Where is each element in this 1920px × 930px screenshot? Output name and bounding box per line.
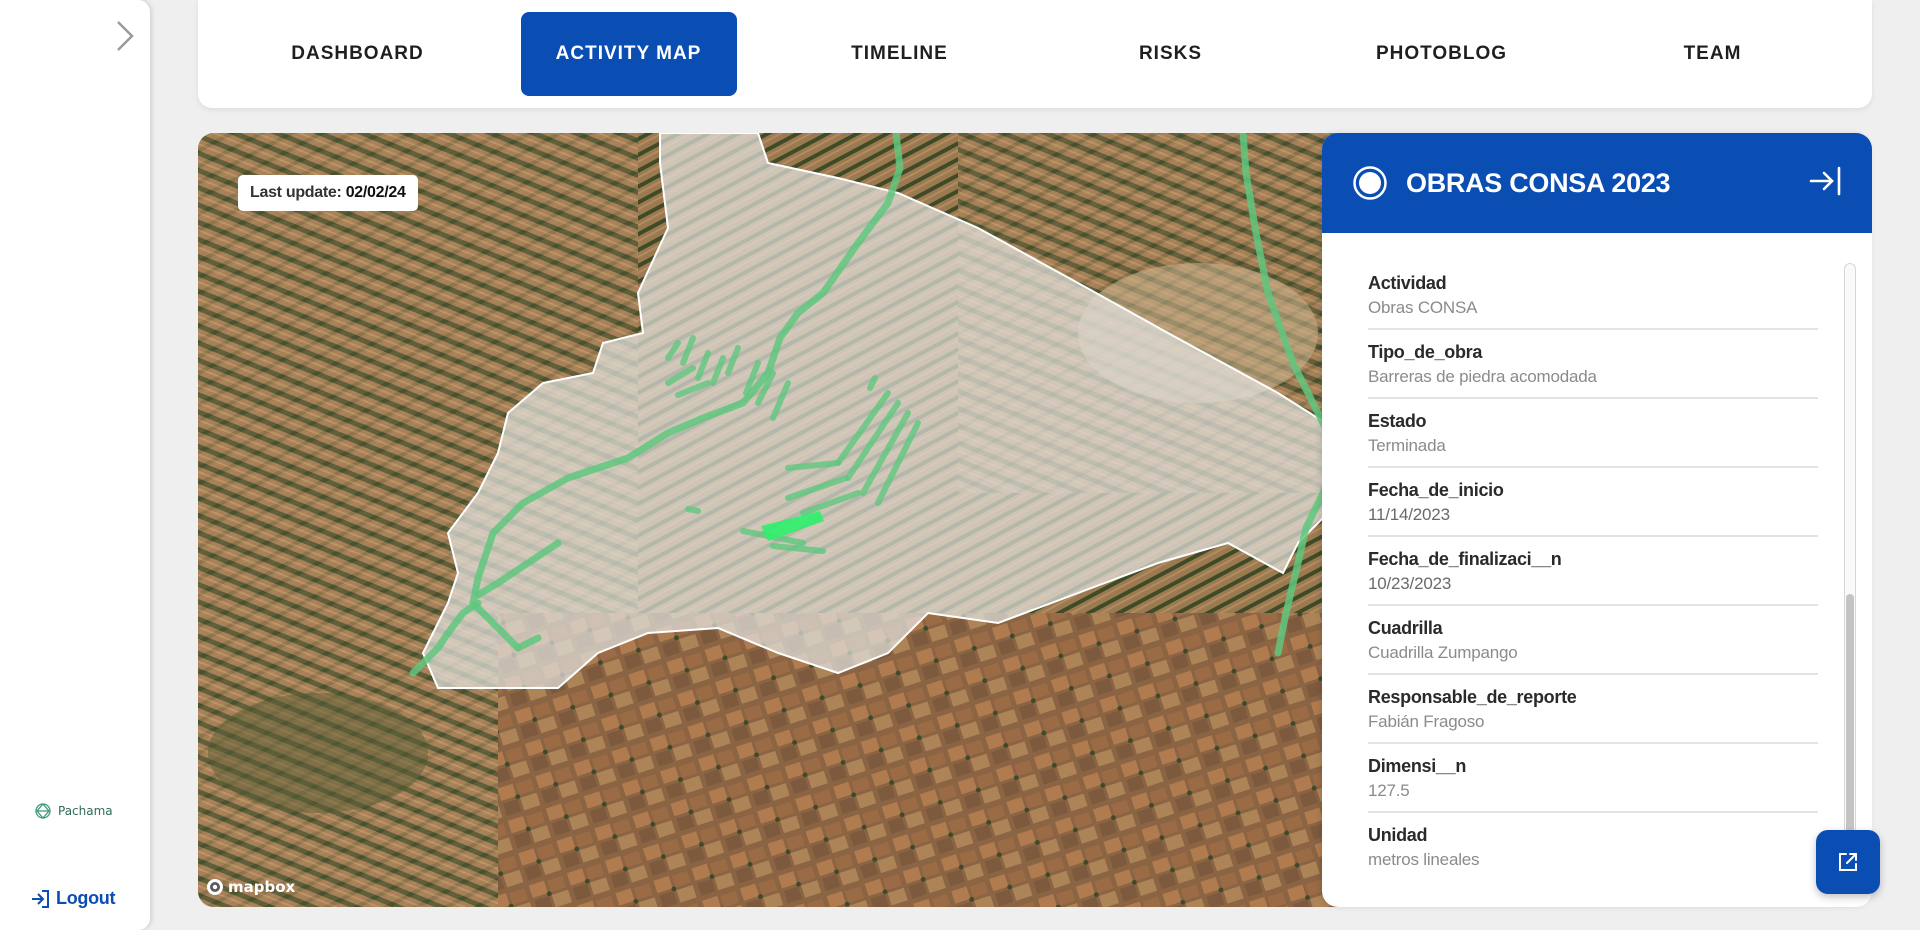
logout-label: Logout	[56, 888, 116, 908]
field-value: 127.5	[1368, 781, 1410, 800]
open-external-button[interactable]	[1816, 830, 1880, 894]
sidebar-toggle-button[interactable]	[110, 16, 140, 56]
field-fecha-de-finalizacion: Fecha_de_finalizaci__n 10/23/2023	[1368, 537, 1818, 606]
mapbox-attribution[interactable]: mapbox	[206, 878, 295, 896]
mapbox-logo-icon	[207, 879, 223, 895]
last-update-value: 02/02/24	[345, 184, 406, 201]
tab-dashboard[interactable]: DASHBOARD	[250, 12, 466, 96]
circle-icon	[1353, 166, 1387, 200]
field-responsable-de-reporte: Responsable_de_reporte Fabián Fragoso	[1368, 675, 1818, 744]
field-label: Estado	[1368, 411, 1427, 431]
panel-scrollbar[interactable]	[1844, 263, 1856, 853]
field-value: metros lineales	[1368, 850, 1480, 869]
sidebar: Pachama Logout	[0, 0, 150, 930]
collapse-right-icon	[1809, 166, 1841, 195]
tab-photoblog[interactable]: PHOTOBLOG	[1334, 12, 1550, 96]
field-label: Fecha_de_inicio	[1368, 480, 1504, 500]
tab-timeline[interactable]: TIMELINE	[792, 12, 1008, 96]
field-unidad: Unidad metros lineales	[1368, 813, 1818, 871]
field-value: Obras CONSA	[1368, 298, 1478, 317]
mapbox-label: mapbox	[228, 878, 296, 896]
scrollbar-thumb[interactable]	[1846, 594, 1854, 844]
tab-risks[interactable]: RISKS	[1063, 12, 1279, 96]
main-tabs: DASHBOARD ACTIVITY MAP TIMELINE RISKS PH…	[198, 0, 1872, 108]
field-estado: Estado Terminada	[1368, 399, 1818, 468]
panel-fields[interactable]: Actividad Obras CONSA Tipo_de_obra Barre…	[1368, 261, 1818, 871]
field-label: Responsable_de_reporte	[1368, 687, 1577, 707]
logout-button[interactable]: Logout	[30, 888, 115, 909]
field-value: 11/14/2023	[1368, 505, 1450, 524]
logout-icon	[32, 889, 49, 908]
tab-activity-map[interactable]: ACTIVITY MAP	[520, 12, 737, 96]
field-value: 10/23/2023	[1368, 574, 1452, 593]
field-value: Terminada	[1368, 436, 1446, 455]
field-cuadrilla: Cuadrilla Cuadrilla Zumpango	[1368, 606, 1818, 675]
open-external-icon	[1839, 853, 1857, 871]
activity-detail-panel: OBRAS CONSA 2023 Actividad Obras CONSA T…	[1322, 133, 1872, 907]
field-tipo-de-obra: Tipo_de_obra Barreras de piedra acomodad…	[1368, 330, 1818, 399]
last-update-label: Last update:	[250, 184, 342, 201]
brand-label: Pachama	[58, 804, 113, 818]
satellite-imagery	[198, 133, 1373, 907]
brand-logo: Pachama	[34, 802, 113, 820]
tab-team[interactable]: TEAM	[1605, 12, 1821, 96]
activity-map[interactable]: Last update: 02/02/24 mapbox	[198, 133, 1373, 907]
field-label: Unidad	[1368, 825, 1428, 845]
last-update-badge: Last update: 02/02/24	[238, 175, 418, 211]
field-value: Fabián Fragoso	[1368, 712, 1485, 731]
field-label: Tipo_de_obra	[1368, 342, 1483, 362]
panel-collapse-button[interactable]	[1808, 164, 1842, 203]
field-label: Dimensi__n	[1368, 756, 1467, 776]
chevron-right-icon	[117, 21, 134, 51]
field-label: Actividad	[1368, 273, 1447, 293]
pachama-logo-icon	[35, 803, 51, 819]
field-dimension: Dimensi__n 127.5	[1368, 744, 1818, 813]
panel-header: OBRAS CONSA 2023	[1322, 133, 1872, 233]
field-label: Cuadrilla	[1368, 618, 1443, 638]
field-label: Fecha_de_finalizaci__n	[1368, 549, 1562, 569]
field-value: Cuadrilla Zumpango	[1368, 643, 1518, 662]
field-actividad: Actividad Obras CONSA	[1368, 261, 1818, 330]
field-fecha-de-inicio: Fecha_de_inicio 11/14/2023	[1368, 468, 1818, 537]
panel-title: OBRAS CONSA 2023	[1406, 167, 1671, 198]
field-value: Barreras de piedra acomodada	[1368, 367, 1597, 386]
